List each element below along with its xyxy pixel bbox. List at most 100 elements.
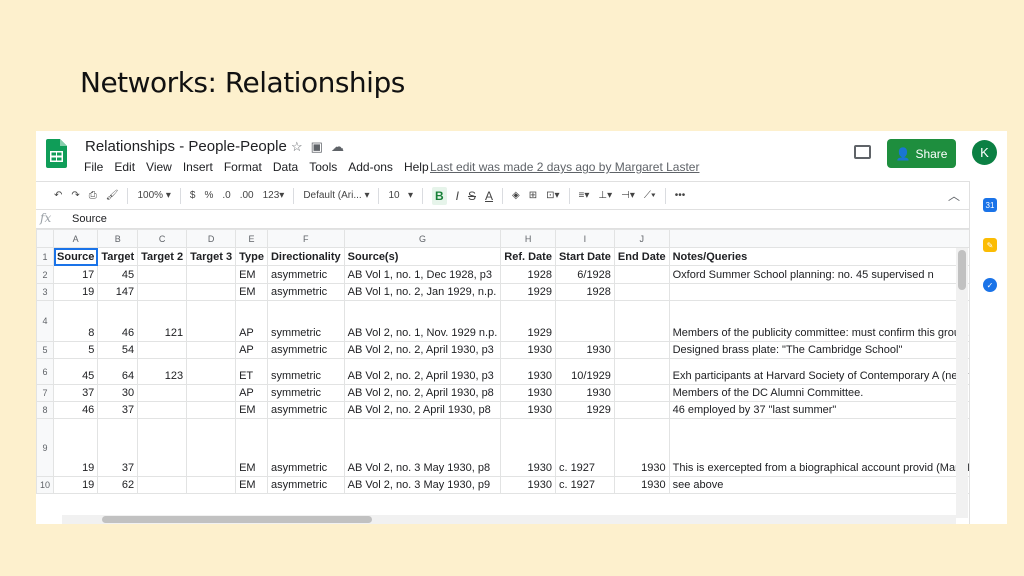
table-cell[interactable] (137, 283, 188, 301)
table-cell[interactable]: 37 (97, 418, 139, 477)
table-cell[interactable] (186, 476, 237, 494)
table-cell[interactable]: EM (235, 476, 268, 494)
table-cell[interactable]: EM (235, 418, 268, 477)
font-size-select[interactable]: 10 ▾ (388, 190, 412, 201)
table-cell[interactable] (613, 265, 670, 284)
redo-icon[interactable]: ↷ (71, 190, 79, 201)
column-header[interactable]: J (613, 229, 670, 248)
table-cell[interactable]: 1930 (554, 341, 615, 359)
table-cell[interactable]: ET (235, 358, 268, 385)
table-cell[interactable] (613, 401, 670, 419)
move-folder-icon[interactable]: ▣ (311, 139, 323, 155)
table-cell[interactable] (186, 358, 237, 385)
horizontal-scrollbar[interactable] (62, 515, 956, 524)
table-cell[interactable] (186, 300, 237, 342)
header-cell[interactable]: End Date (613, 247, 670, 266)
column-header[interactable]: F (266, 229, 345, 248)
table-cell[interactable]: 45 (97, 265, 139, 284)
table-cell[interactable] (554, 300, 615, 342)
column-header[interactable]: B (97, 229, 139, 248)
borders-icon[interactable]: ⊞ (529, 190, 537, 201)
table-cell[interactable]: 1928 (500, 265, 556, 284)
table-cell[interactable]: AB Vol 2, no. 1, Nov. 1929 n.p. (343, 300, 502, 342)
header-cell[interactable]: Type (235, 247, 268, 266)
column-header[interactable]: H (500, 229, 556, 248)
table-cell[interactable]: asymmetric (266, 341, 345, 359)
formula-input[interactable]: Source (72, 213, 107, 225)
zoom-select[interactable]: 100% ▾ (137, 190, 170, 201)
table-cell[interactable]: 5 (53, 341, 99, 359)
star-icon[interactable]: ☆ (291, 139, 303, 155)
menu-view[interactable]: View (146, 160, 172, 174)
table-cell[interactable] (137, 265, 188, 284)
table-cell[interactable]: c. 1927 (554, 418, 615, 477)
document-title[interactable]: Relationships - People-People (85, 138, 287, 155)
table-cell[interactable] (613, 384, 670, 402)
row-header[interactable]: 6 (36, 358, 55, 385)
merge-cells-icon[interactable]: ⊡▾ (546, 190, 559, 201)
column-header[interactable]: G (343, 229, 502, 248)
vertical-scrollbar[interactable] (956, 248, 968, 518)
text-color-button[interactable]: A (485, 189, 493, 203)
percent-format-button[interactable]: % (204, 190, 213, 201)
font-family-select[interactable]: Default (Ari... ▾ (303, 190, 369, 201)
menu-data[interactable]: Data (273, 160, 298, 174)
column-header[interactable]: C (137, 229, 188, 248)
table-cell[interactable]: 1930 (613, 476, 670, 494)
table-cell[interactable] (613, 358, 670, 385)
paint-format-icon[interactable]: 🖌 (106, 190, 119, 201)
table-cell[interactable]: 64 (97, 358, 139, 385)
table-cell[interactable]: 45 (53, 358, 99, 385)
avatar[interactable]: K (972, 140, 997, 165)
table-cell[interactable]: AB Vol 2, no. 2 April 1930, p8 (343, 401, 502, 419)
table-cell[interactable]: AP (235, 300, 268, 342)
table-cell[interactable]: asymmetric (266, 418, 345, 477)
bold-button[interactable]: B (431, 186, 447, 205)
table-cell[interactable] (186, 401, 237, 419)
table-cell[interactable]: 10/1929 (554, 358, 615, 385)
table-cell[interactable]: AB Vol 2, no. 2, April 1930, p8 (343, 384, 502, 402)
calendar-icon[interactable]: 31 (983, 198, 997, 212)
table-cell[interactable]: AB Vol 1, no. 2, Jan 1929, n.p. (343, 283, 502, 301)
table-cell[interactable]: asymmetric (266, 401, 345, 419)
text-wrap-icon[interactable]: ⊣▾ (621, 190, 635, 201)
row-header[interactable]: 10 (36, 476, 55, 494)
row-header[interactable]: 7 (36, 384, 55, 402)
more-formats-select[interactable]: 123▾ (263, 190, 285, 201)
table-cell[interactable]: asymmetric (266, 283, 345, 301)
table-cell[interactable] (137, 418, 188, 477)
table-cell[interactable] (613, 300, 670, 342)
table-cell[interactable]: 147 (97, 283, 139, 301)
undo-icon[interactable]: ↶ (54, 190, 62, 201)
header-cell[interactable]: Start Date (554, 247, 615, 266)
header-cell[interactable]: Source (53, 247, 99, 266)
table-cell[interactable]: EM (235, 265, 268, 284)
table-cell[interactable]: AB Vol 2, no. 2, April 1930, p3 (343, 358, 502, 385)
currency-format-button[interactable]: $ (190, 190, 196, 201)
row-header[interactable]: 3 (36, 283, 55, 301)
share-button[interactable]: 👤 Share (887, 139, 956, 168)
table-cell[interactable]: AB Vol 2, no. 2, April 1930, p3 (343, 341, 502, 359)
table-cell[interactable]: 37 (53, 384, 99, 402)
row-header[interactable]: 1 (36, 247, 55, 266)
table-cell[interactable]: 30 (97, 384, 139, 402)
table-cell[interactable]: AB Vol 2, no. 3 May 1930, p8 (343, 418, 502, 477)
table-cell[interactable]: 1930 (554, 384, 615, 402)
table-cell[interactable]: 46 (53, 401, 99, 419)
table-cell[interactable]: 62 (97, 476, 139, 494)
table-cell[interactable]: 1929 (554, 401, 615, 419)
column-header[interactable]: E (235, 229, 268, 248)
table-cell[interactable]: 19 (53, 418, 99, 477)
column-header[interactable]: I (554, 229, 615, 248)
menu-addons[interactable]: Add-ons (348, 160, 393, 174)
fill-color-icon[interactable]: ◈ (512, 190, 520, 201)
row-header[interactable]: 2 (36, 265, 55, 284)
menu-format[interactable]: Format (224, 160, 262, 174)
table-cell[interactable]: 123 (137, 358, 188, 385)
table-cell[interactable]: 6/1928 (554, 265, 615, 284)
menu-file[interactable]: File (84, 160, 103, 174)
table-cell[interactable] (186, 265, 237, 284)
table-cell[interactable]: 54 (97, 341, 139, 359)
table-cell[interactable]: 37 (97, 401, 139, 419)
table-cell[interactable]: asymmetric (266, 476, 345, 494)
